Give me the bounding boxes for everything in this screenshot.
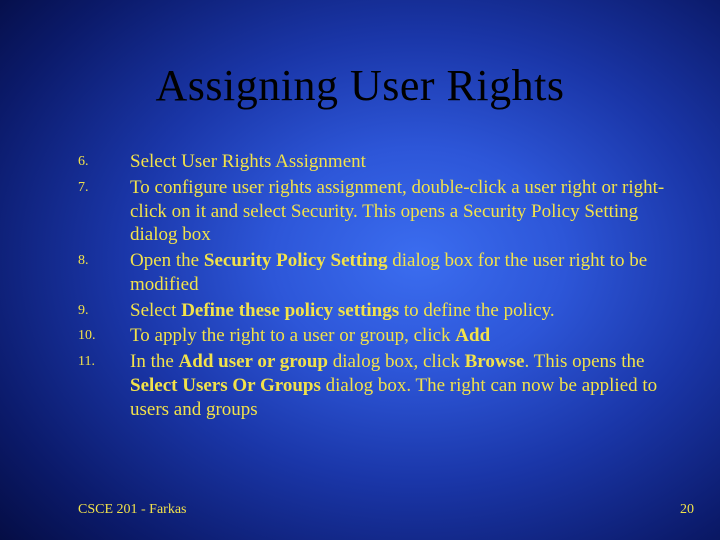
item-text: Open the Security Policy Setting dialog … [130, 249, 680, 297]
list-item: 6. Select User Rights Assignment [78, 150, 680, 174]
item-text: In the Add user or group dialog box, cli… [130, 350, 680, 421]
footer-course: CSCE 201 - Farkas [78, 502, 187, 518]
item-number: 9. [78, 299, 130, 319]
footer-page-number: 20 [680, 502, 694, 518]
item-number: 11. [78, 350, 130, 370]
item-text: To configure user rights assignment, dou… [130, 176, 680, 247]
item-text: Select Define these policy settings to d… [130, 299, 555, 323]
item-text: Select User Rights Assignment [130, 150, 366, 174]
item-number: 10. [78, 324, 130, 344]
item-number: 8. [78, 249, 130, 269]
list-item: 11. In the Add user or group dialog box,… [78, 350, 680, 421]
numbered-list: 6. Select User Rights Assignment 7. To c… [78, 150, 680, 423]
item-number: 6. [78, 150, 130, 170]
item-number: 7. [78, 176, 130, 196]
list-item: 10. To apply the right to a user or grou… [78, 324, 680, 348]
slide-title: Assigning User Rights [0, 60, 720, 111]
list-item: 7. To configure user rights assignment, … [78, 176, 680, 247]
list-item: 8. Open the Security Policy Setting dial… [78, 249, 680, 297]
item-text: To apply the right to a user or group, c… [130, 324, 490, 348]
list-item: 9. Select Define these policy settings t… [78, 299, 680, 323]
